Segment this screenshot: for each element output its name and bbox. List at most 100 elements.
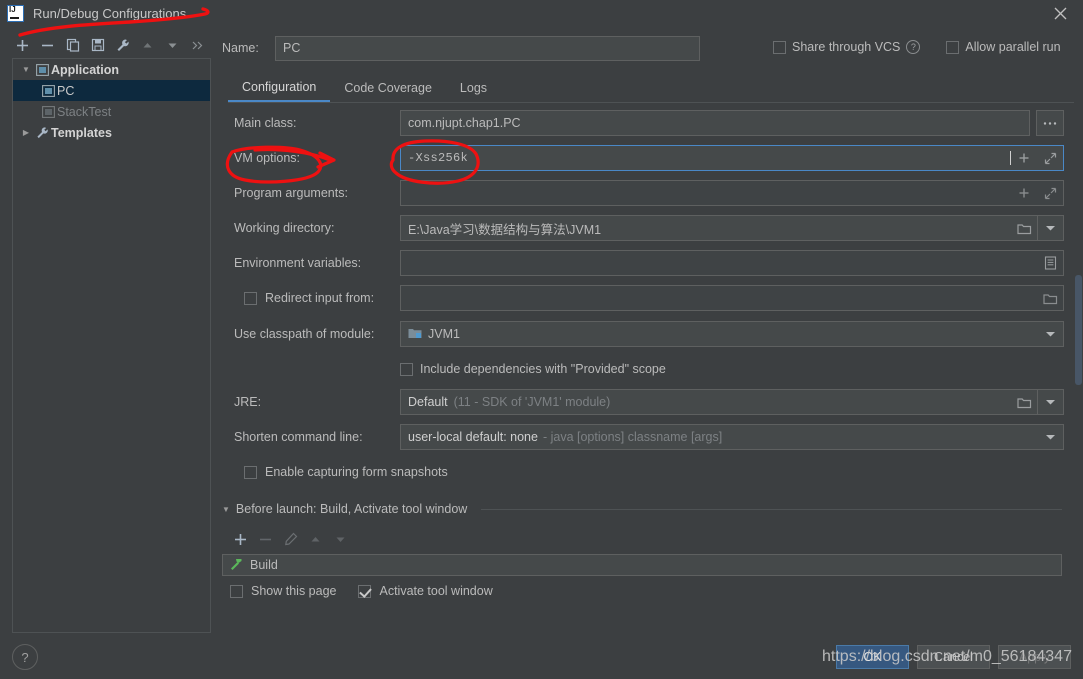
name-input-value: PC [283, 41, 301, 55]
environment-variables-input[interactable] [400, 250, 1064, 276]
jre-dropdown-button[interactable] [1037, 390, 1063, 414]
shorten-command-line-row: Shorten command line: user-local default… [228, 424, 1078, 450]
jre-row: JRE: Default (11 - SDK of 'JVM1' module) [228, 389, 1078, 415]
redirect-input-field[interactable] [400, 285, 1064, 311]
editor-tabs: Configuration Code Coverage Logs [228, 74, 1078, 103]
environment-variables-row: Environment variables: [228, 250, 1078, 276]
cancel-button[interactable]: Cancel [917, 645, 990, 669]
redirect-input-row: Redirect input from: [228, 285, 1078, 311]
ok-button[interactable]: OK [836, 645, 909, 669]
task-move-up-button[interactable] [303, 528, 328, 550]
environment-variables-edit-button[interactable] [1037, 251, 1063, 275]
redirect-input-checkbox-group: Redirect input from: [234, 285, 374, 311]
shorten-command-line-combobox[interactable]: user-local default: none - java [options… [400, 424, 1064, 450]
program-arguments-expand-button[interactable] [1037, 181, 1063, 205]
main-class-input[interactable]: com.njupt.chap1.PC [400, 110, 1030, 136]
before-launch-section: ▼ Before launch: Build, Activate tool wi… [222, 500, 1062, 598]
enable-snapshots-checkbox[interactable] [244, 465, 257, 479]
name-input[interactable]: PC [275, 35, 700, 61]
program-arguments-label: Program arguments: [234, 186, 348, 200]
close-icon[interactable] [1037, 0, 1083, 27]
use-classpath-dropdown-button[interactable] [1037, 322, 1063, 346]
use-classpath-label: Use classpath of module: [234, 327, 375, 341]
vm-options-label: VM options: [234, 151, 301, 165]
arrow-down-icon[interactable] [160, 34, 185, 56]
question-mark-icon[interactable]: ? [906, 40, 921, 54]
run-debug-configurations-dialog: Run/Debug Configurations [0, 0, 1083, 679]
copy-icon[interactable] [60, 34, 85, 56]
add-configuration-button[interactable] [10, 34, 35, 56]
module-icon [408, 327, 422, 342]
arrow-up-icon[interactable] [135, 34, 160, 56]
jre-label: JRE: [234, 395, 262, 409]
apply-button[interactable]: Apply [998, 645, 1071, 669]
tree-node-templates[interactable]: ▶ Templates [13, 122, 210, 143]
redirect-input-checkbox[interactable] [244, 291, 257, 305]
use-classpath-combobox[interactable]: JVM1 [400, 321, 1064, 347]
working-directory-dropdown-button[interactable] [1037, 216, 1063, 240]
tree-node-application[interactable]: ▼ Application [13, 59, 210, 80]
use-classpath-value: JVM1 [428, 327, 460, 341]
activate-tool-window-label: Activate tool window [379, 584, 493, 598]
jre-value: Default [408, 395, 448, 409]
collapse-twisty-icon[interactable]: ▶ [19, 128, 33, 137]
tree-node-label: StackTest [57, 104, 112, 119]
scrollbar-thumb[interactable] [1075, 275, 1082, 385]
main-class-row: Main class: com.njupt.chap1.PC [228, 110, 1078, 136]
wrench-icon[interactable] [110, 34, 135, 56]
tree-node-label: Templates [51, 125, 112, 140]
include-provided-checkbox[interactable] [400, 362, 413, 376]
task-label: Build [250, 558, 278, 572]
allow-parallel-run-label: Allow parallel run [965, 40, 1061, 54]
configurations-tree: ▼ Application PC StackTest ▶ Templates [12, 58, 211, 633]
activate-tool-window-checkbox[interactable] [358, 584, 372, 598]
working-directory-input[interactable]: E:\Java学习\数据结构与算法\JVM1 [400, 215, 1064, 241]
tree-node-stacktest[interactable]: StackTest [13, 101, 210, 122]
remove-configuration-button[interactable] [35, 34, 60, 56]
task-move-down-button[interactable] [328, 528, 353, 550]
share-through-vcs-checkbox[interactable] [773, 40, 786, 54]
save-icon[interactable] [85, 34, 110, 56]
tab-code-coverage[interactable]: Code Coverage [330, 74, 446, 102]
vm-options-macro-button[interactable] [1011, 146, 1037, 170]
chevron-double-right-icon[interactable] [185, 34, 210, 56]
working-directory-row: Working directory: E:\Java学习\数据结构与算法\JVM… [228, 215, 1078, 241]
help-icon[interactable]: ? [12, 644, 38, 670]
redirect-input-label: Redirect input from: [265, 291, 375, 305]
allow-parallel-run-checkbox[interactable] [946, 40, 960, 54]
before-launch-task-list[interactable]: Build [222, 554, 1062, 576]
vm-options-expand-button[interactable] [1037, 146, 1063, 170]
redirect-input-browse-button[interactable] [1037, 286, 1063, 310]
dialog-buttons: OK Cancel Apply [836, 645, 1071, 669]
program-arguments-macro-button[interactable] [1011, 181, 1037, 205]
tab-configuration[interactable]: Configuration [228, 74, 331, 102]
expand-twisty-icon[interactable]: ▼ [19, 65, 33, 74]
vcs-options-area: Share through VCS ? Allow parallel run [773, 40, 1061, 54]
tab-logs[interactable]: Logs [446, 74, 501, 102]
jre-browse-button[interactable] [1011, 390, 1037, 414]
before-launch-twisty-icon[interactable]: ▼ [222, 505, 230, 514]
add-task-button[interactable] [228, 528, 253, 550]
run-configuration-icon [39, 105, 57, 118]
shorten-command-line-dropdown-button[interactable] [1037, 425, 1063, 449]
working-directory-label: Working directory: [234, 221, 335, 235]
tree-node-label: PC [57, 83, 75, 98]
main-class-label: Main class: [234, 116, 297, 130]
jre-combobox[interactable]: Default (11 - SDK of 'JVM1' module) [400, 389, 1064, 415]
use-classpath-row: Use classpath of module: JVM1 [228, 321, 1078, 347]
program-arguments-row: Program arguments: [228, 180, 1078, 206]
main-class-browse-button[interactable] [1036, 110, 1064, 136]
show-this-page-checkbox[interactable] [230, 584, 243, 598]
tree-node-pc[interactable]: PC [13, 80, 210, 101]
enable-snapshots-row: Enable capturing form snapshots [228, 459, 1078, 483]
show-this-page-label: Show this page [251, 584, 337, 598]
working-directory-value: E:\Java学习\数据结构与算法\JVM1 [408, 222, 602, 237]
working-directory-browse-button[interactable] [1011, 216, 1037, 240]
window-title: Run/Debug Configurations [33, 6, 187, 21]
pencil-icon[interactable] [278, 528, 303, 550]
remove-task-button[interactable] [253, 528, 278, 550]
vm-options-input[interactable]: -Xss256k [400, 145, 1064, 171]
name-label: Name: [222, 41, 259, 55]
program-arguments-input[interactable] [400, 180, 1064, 206]
before-launch-header[interactable]: ▼ Before launch: Build, Activate tool wi… [222, 500, 1062, 518]
